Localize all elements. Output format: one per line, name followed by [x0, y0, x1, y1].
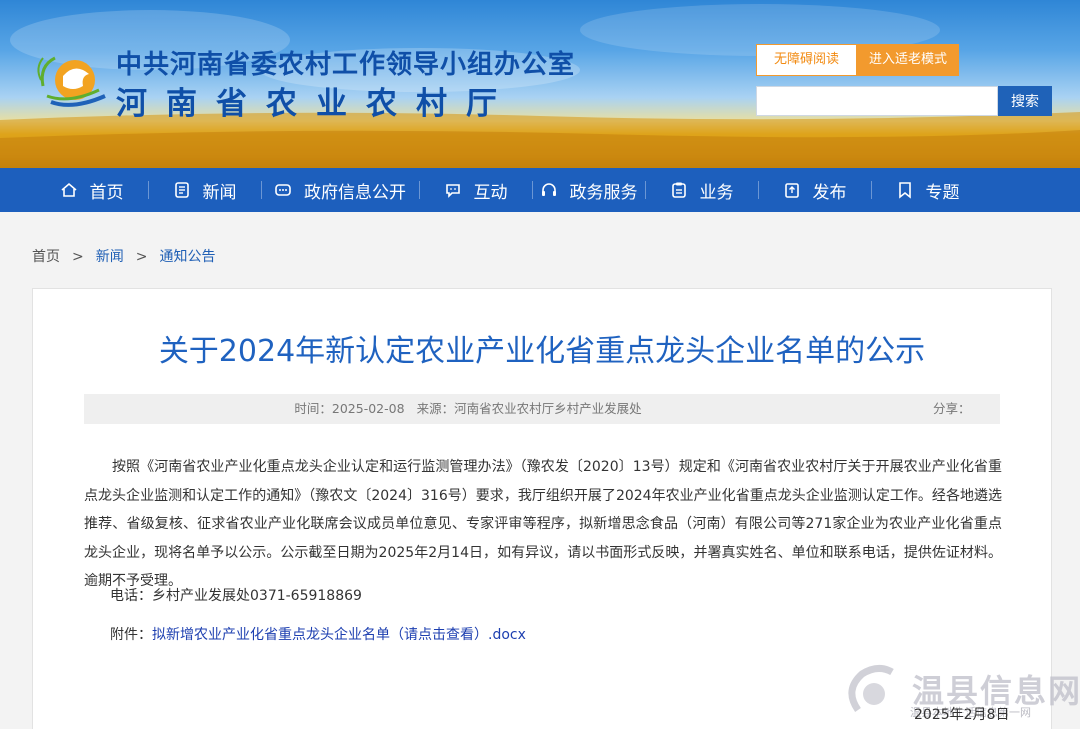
attachment-link[interactable]: 拟新增农业产业化省重点龙头企业名单（请点击查看）.docx — [152, 627, 526, 643]
org-title: 中共河南省委农村工作领导小组办公室 — [116, 50, 576, 80]
bookmark-icon — [896, 181, 914, 199]
nav-item-interaction[interactable]: 互动 — [419, 168, 532, 212]
nav-item-topics[interactable]: 专题 — [871, 168, 984, 212]
breadcrumb-notices[interactable]: 通知公告 — [159, 249, 215, 265]
article-body: 按照《河南省农业产业化重点龙头企业认定和运行监测管理办法》（豫农发〔2020〕1… — [84, 453, 1002, 596]
nav-item-gov-services[interactable]: 政务服务 — [532, 168, 645, 212]
accessibility-reading-button[interactable]: 无障碍阅读 — [756, 44, 857, 76]
nav-item-news[interactable]: 新闻 — [148, 168, 261, 212]
nav-item-publish[interactable]: 发布 — [758, 168, 871, 212]
news-icon — [173, 181, 191, 199]
nav-item-label: 新闻 — [202, 182, 237, 203]
article-source: 来源：河南省农业农村厅乡村产业发展处 — [416, 401, 642, 416]
nav-item-label: 业务 — [699, 182, 734, 203]
headset-icon — [540, 181, 558, 199]
header-banner: 中共河南省委农村工作领导小组办公室 河南省农业农村厅 无障碍阅读 进入适老模式 … — [0, 0, 1080, 168]
org-name: 河南省农业农村厅 — [116, 86, 516, 122]
nav-item-gov-info[interactable]: 政府信息公开 — [261, 168, 419, 212]
nav-item-business[interactable]: 业务 — [645, 168, 758, 212]
publish-icon — [783, 181, 801, 199]
share-label: 分享： — [933, 401, 971, 416]
article-phone: 电话：乡村产业发展处0371-65918869 — [110, 588, 362, 604]
nav-item-label: 首页 — [89, 182, 124, 203]
nav-item-label: 发布 — [812, 182, 847, 203]
elder-mode-button[interactable]: 进入适老模式 — [857, 44, 959, 76]
article-attachment: 附件：拟新增农业产业化省重点龙头企业名单（请点击查看）.docx — [110, 624, 526, 644]
signed-date: 2025年2月8日 — [914, 707, 1010, 723]
main-nav: 首页 新闻 政府信息公开 互动 政务服务 业务 发布 专题 — [0, 168, 1080, 212]
article-paragraph: 按照《河南省农业产业化重点龙头企业认定和运行监测管理办法》（豫农发〔2020〕1… — [84, 459, 1002, 589]
nav-item-home[interactable]: 首页 — [35, 168, 148, 212]
gov-info-icon — [274, 181, 292, 199]
nav-item-label: 政务服务 — [569, 182, 638, 203]
search-input[interactable] — [756, 86, 998, 116]
breadcrumb: 首页 > 新闻 > 通知公告 — [32, 246, 215, 266]
nav-item-label: 互动 — [473, 182, 508, 203]
nav-item-label: 专题 — [925, 182, 960, 203]
home-icon — [60, 181, 78, 199]
chat-icon — [444, 181, 462, 199]
breadcrumb-news[interactable]: 新闻 — [96, 249, 124, 265]
article-meta-bar: 时间：2025-02-08 来源：河南省农业农村厅乡村产业发展处 分享： — [84, 394, 1000, 424]
clipboard-icon — [670, 181, 688, 199]
attachment-label: 附件： — [110, 627, 152, 643]
breadcrumb-home[interactable]: 首页 — [32, 249, 60, 265]
nav-item-label: 政府信息公开 — [304, 182, 406, 203]
article-time: 时间：2025-02-08 — [294, 401, 405, 416]
breadcrumb-separator: > — [135, 249, 148, 265]
department-logo-icon — [37, 56, 106, 107]
breadcrumb-separator: > — [72, 249, 84, 265]
search-button[interactable]: 搜索 — [998, 86, 1052, 116]
article-title: 关于2024年新认定农业产业化省重点龙头企业名单的公示 — [158, 334, 926, 369]
